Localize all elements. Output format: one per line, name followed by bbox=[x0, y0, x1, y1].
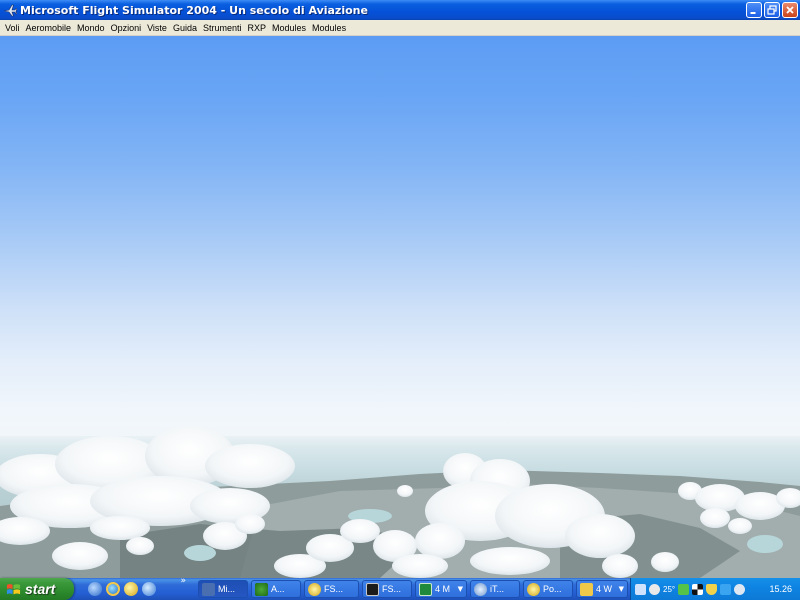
plane-icon bbox=[202, 582, 215, 596]
menu-guida[interactable]: Guida bbox=[170, 20, 200, 36]
excel-icon bbox=[419, 582, 432, 596]
task-button-fs-1[interactable]: FS... bbox=[304, 580, 359, 598]
task-button-fs-2[interactable]: FS... bbox=[362, 580, 412, 598]
menu-viste[interactable]: Viste bbox=[144, 20, 170, 36]
chevron-down-icon: ▼ bbox=[618, 585, 624, 593]
menu-modules[interactable]: Modules bbox=[269, 20, 309, 36]
network-icon[interactable] bbox=[635, 583, 646, 595]
menu-aeromobile[interactable]: Aeromobile bbox=[23, 20, 75, 36]
minimize-button[interactable] bbox=[746, 2, 762, 18]
itunes-icon bbox=[474, 582, 487, 596]
tree-icon bbox=[255, 582, 268, 596]
lake bbox=[184, 545, 216, 561]
yellow-circle-icon[interactable] bbox=[124, 582, 138, 596]
windows-logo-icon bbox=[6, 583, 21, 594]
title-bar[interactable]: Microsoft Flight Simulator 2004 - Un sec… bbox=[0, 0, 800, 20]
simulator-viewport[interactable] bbox=[0, 36, 800, 578]
internet-explorer-icon[interactable] bbox=[106, 582, 120, 596]
task-button-excel[interactable]: 4 M ▼ bbox=[415, 580, 467, 598]
close-icon bbox=[786, 6, 794, 14]
chevron-down-icon: ▼ bbox=[457, 585, 463, 593]
monitor-icon bbox=[366, 582, 379, 596]
restore-icon bbox=[767, 5, 777, 15]
menu-mondo[interactable]: Mondo bbox=[74, 20, 108, 36]
folder-icon bbox=[580, 582, 593, 596]
menu-rxp[interactable]: RXP bbox=[245, 20, 270, 36]
system-tray: 25° 15.26 bbox=[630, 578, 800, 600]
start-button[interactable]: start bbox=[0, 578, 74, 600]
shield-icon[interactable] bbox=[706, 583, 718, 595]
menu-voli[interactable]: Voli bbox=[2, 20, 23, 36]
clock[interactable]: 15.26 bbox=[769, 584, 792, 594]
sky-scene bbox=[0, 386, 800, 578]
horizon-haze bbox=[0, 386, 800, 436]
volume-icon[interactable] bbox=[649, 583, 660, 595]
menu-modules-2[interactable]: Modules bbox=[309, 20, 349, 36]
temperature-readout[interactable]: 25° bbox=[663, 585, 675, 594]
media-player-icon[interactable] bbox=[142, 582, 156, 596]
lake bbox=[747, 535, 783, 553]
task-button-po[interactable]: Po... bbox=[523, 580, 573, 598]
task-button-a[interactable]: A... bbox=[251, 580, 301, 598]
quicklaunch-more[interactable]: » bbox=[180, 576, 186, 586]
checker-icon[interactable] bbox=[692, 583, 704, 595]
minimize-icon bbox=[750, 12, 756, 14]
menu-opzioni[interactable]: Opzioni bbox=[108, 20, 145, 36]
yellow-circle-icon bbox=[308, 582, 321, 596]
security-icon[interactable] bbox=[720, 583, 732, 595]
mute-icon[interactable] bbox=[734, 583, 746, 595]
menu-bar: Voli Aeromobile Mondo Opzioni Viste Guid… bbox=[0, 20, 800, 36]
task-button-folders[interactable]: 4 W ▼ bbox=[576, 580, 628, 598]
task-button-flightsim[interactable]: Mi... bbox=[198, 580, 248, 598]
yellow-circle-icon bbox=[527, 582, 540, 596]
window-title: Microsoft Flight Simulator 2004 - Un sec… bbox=[20, 3, 368, 17]
plane-icon[interactable] bbox=[3, 3, 17, 17]
restore-button[interactable] bbox=[764, 2, 780, 18]
green-status-icon[interactable] bbox=[678, 583, 690, 595]
quick-launch: » bbox=[74, 576, 198, 596]
menu-strumenti[interactable]: Strumenti bbox=[200, 20, 245, 36]
close-button[interactable] bbox=[782, 2, 798, 18]
start-label: start bbox=[25, 581, 56, 597]
task-button-itunes[interactable]: iT... bbox=[470, 580, 520, 598]
taskbar: start » Mi... A... FS... FS... 4 M ▼ iT.… bbox=[0, 576, 800, 600]
messenger-icon[interactable] bbox=[88, 582, 102, 596]
task-buttons: Mi... A... FS... FS... 4 M ▼ iT... Po... bbox=[198, 580, 628, 598]
